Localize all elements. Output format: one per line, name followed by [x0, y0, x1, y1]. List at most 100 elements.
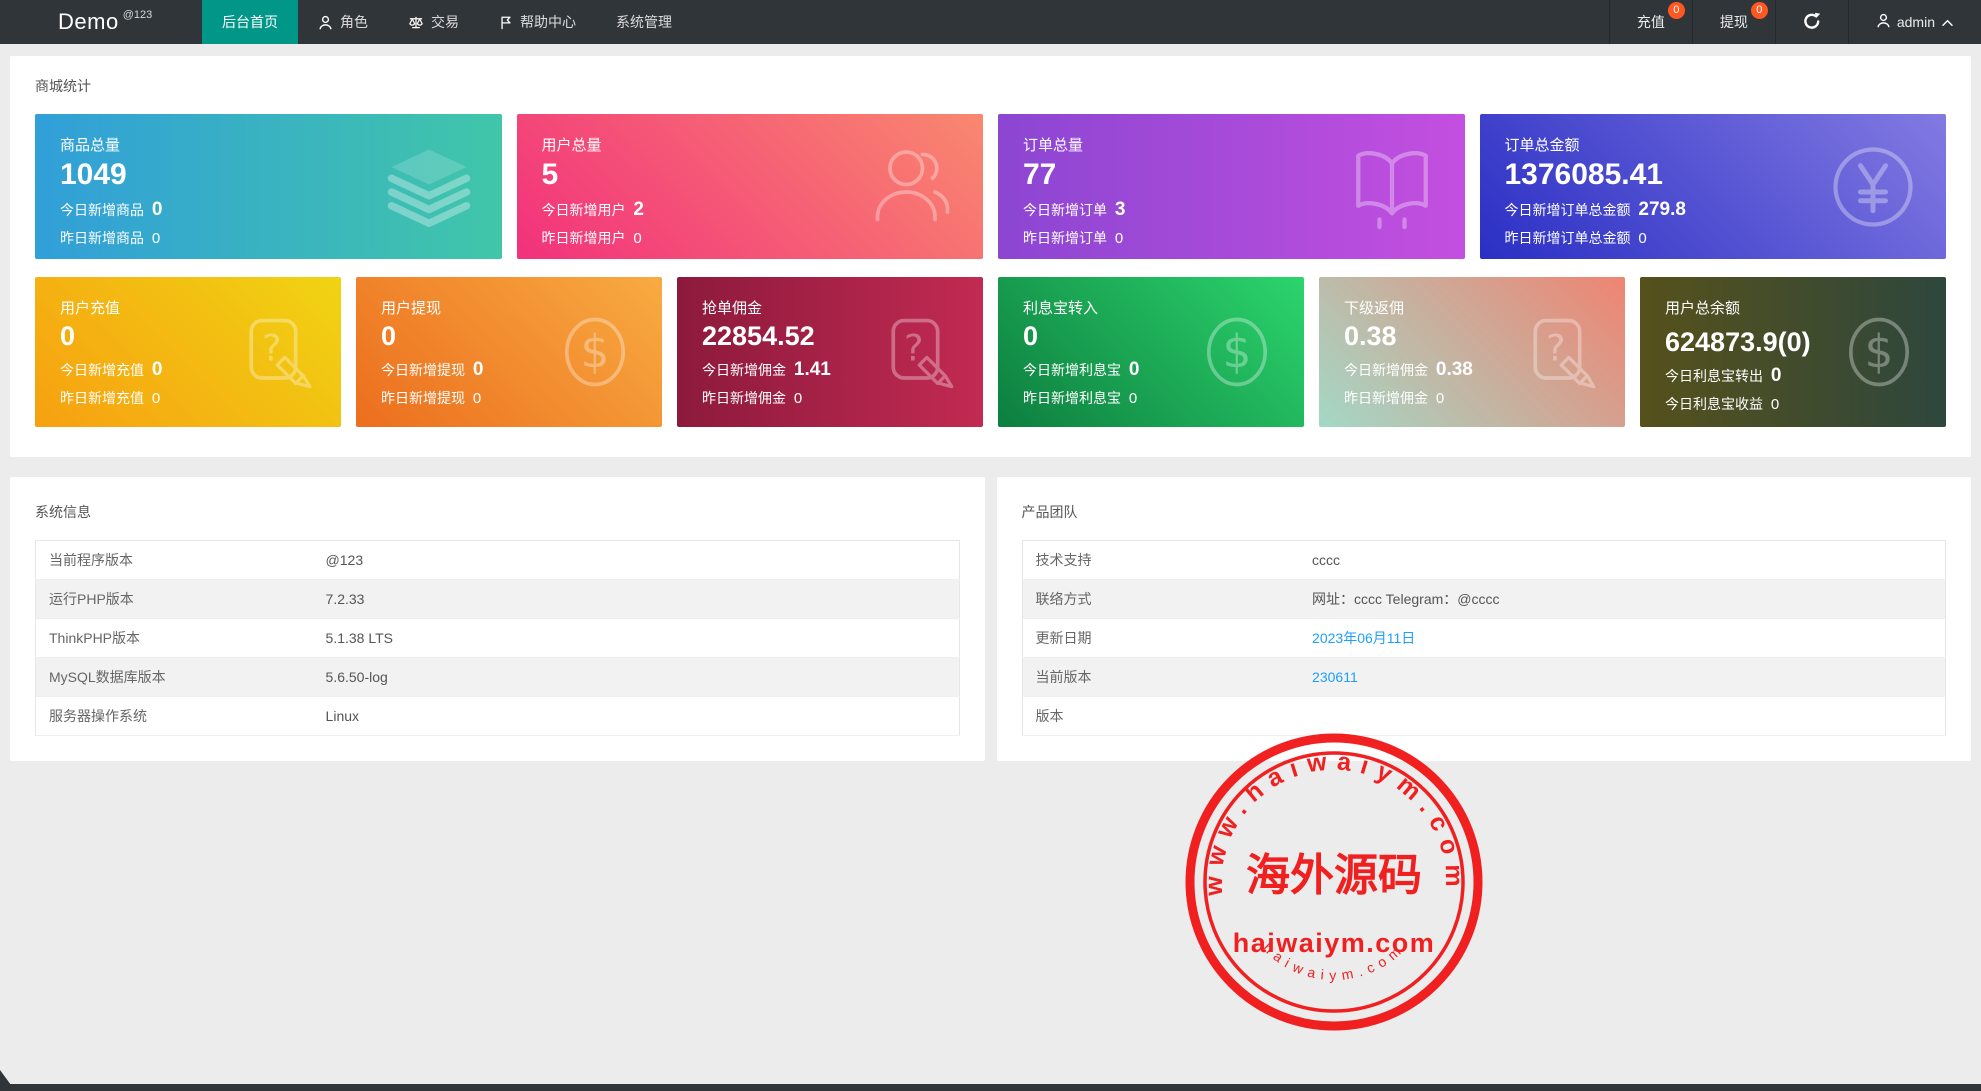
- nav-item-label: 帮助中心: [520, 14, 576, 30]
- table-row: 当前版本 230611: [1022, 657, 1946, 697]
- stat-card-user-balance: 用户总余额 624873.9(0) 今日利息宝转出 0 今日利息宝收益 0 $: [1640, 277, 1946, 427]
- withdraw-badge: 0: [1750, 2, 1768, 19]
- recharge-label: 充值: [1636, 14, 1665, 30]
- svg-text:$: $: [1865, 325, 1894, 378]
- user-menu[interactable]: admin: [1847, 0, 1981, 44]
- doc-question-icon: ?: [877, 313, 955, 391]
- row-value: [1299, 696, 1946, 736]
- product-team-panel: 产品团队 技术支持 cccc 联络方式 网址：cccc Telegram：@cc…: [996, 477, 1971, 761]
- row-value: 7.2.33: [312, 579, 959, 619]
- stat-card-yesterday: 今日利息宝收益 0: [1665, 396, 1780, 413]
- nav-item-home[interactable]: 后台首页: [202, 0, 298, 44]
- product-team-title: 产品团队: [1021, 504, 1078, 520]
- doc-question-icon: ?: [235, 313, 313, 391]
- table-row: 服务器操作系统 Linux: [35, 696, 959, 736]
- scale-icon: [408, 15, 424, 30]
- stat-card-grab-commission: 抢单佣金 22854.52 今日新增佣金 1.41 昨日新增佣金 0 ?: [677, 277, 983, 427]
- row-value[interactable]: 2023年06月11日: [1299, 618, 1946, 658]
- row-value: @123: [312, 540, 959, 580]
- yen-circle-icon: [1828, 142, 1918, 232]
- stat-card-yesterday: 昨日新增提现 0: [381, 390, 482, 407]
- footer-corner-shape: [0, 1070, 11, 1085]
- table-row: 当前程序版本 @123: [35, 540, 959, 580]
- table-row: 更新日期 2023年06月11日: [1022, 618, 1946, 658]
- footer-bar: [0, 1084, 1981, 1091]
- app-logo: Demo @123: [0, 0, 202, 44]
- stat-card-yesterday: 昨日新增佣金 0: [1344, 390, 1445, 407]
- stat-card-interest-in: 利息宝转入 0 今日新增利息宝 0 昨日新增利息宝 0 $: [998, 277, 1304, 427]
- stat-card-yesterday: 昨日新增佣金 0: [702, 390, 803, 407]
- users-icon: [865, 142, 955, 232]
- table-row: 联络方式 网址：cccc Telegram：@cccc: [1022, 579, 1946, 619]
- nav-item-label: 系统管理: [616, 14, 672, 30]
- row-value: 网址：cccc Telegram：@cccc: [1299, 579, 1946, 619]
- stat-card-sub-commission: 下级返佣 0.38 今日新增佣金 0.38 昨日新增佣金 0 ?: [1319, 277, 1625, 427]
- top-navbar: Demo @123 后台首页 角色 交易 帮助中心 系统管理 充值 0 提现 0…: [0, 0, 1981, 44]
- row-label: 联络方式: [1022, 579, 1300, 619]
- table-row: MySQL数据库版本 5.6.50-log: [35, 657, 959, 697]
- stat-card-user-withdraw: 用户提现 0 今日新增提现 0 昨日新增提现 0 $: [356, 277, 662, 427]
- row-label: ThinkPHP版本: [35, 618, 313, 658]
- user-name: admin: [1896, 14, 1935, 30]
- withdraw-label: 提现: [1719, 14, 1748, 30]
- row-value: cccc: [1299, 540, 1946, 580]
- dollar-circle-icon: $: [1840, 313, 1918, 391]
- app-logo-version: @123: [122, 9, 153, 21]
- stat-card-user-recharge: 用户充值 0 今日新增充值 0 昨日新增充值 0 ?: [35, 277, 341, 427]
- dollar-circle-icon: $: [556, 313, 634, 391]
- nav-item-help[interactable]: 帮助中心: [479, 0, 596, 44]
- stat-card-order-total: 订单总量 77 今日新增订单 3 昨日新增订单 0: [998, 114, 1465, 259]
- row-value: Linux: [312, 696, 959, 736]
- stats-cards-row2: 用户充值 0 今日新增充值 0 昨日新增充值 0 ? 用户提现 0 今日新增提现…: [35, 277, 1946, 427]
- navbar-right-actions: 充值 0 提现 0 admin: [1608, 0, 1981, 44]
- chevron-up-icon: [1941, 14, 1954, 30]
- refresh-icon: [1803, 12, 1821, 33]
- flag-icon: [499, 15, 513, 30]
- product-team-table: 技术支持 cccc 联络方式 网址：cccc Telegram：@cccc 更新…: [1021, 540, 1946, 736]
- table-row: 版本: [1022, 696, 1946, 736]
- nav-item-roles[interactable]: 角色: [298, 0, 388, 44]
- row-label: 版本: [1022, 696, 1300, 736]
- withdraw-button[interactable]: 提现 0: [1691, 0, 1775, 44]
- table-row: 运行PHP版本 7.2.33: [35, 579, 959, 619]
- stat-card-order-amount: 订单总金额 1376085.41 今日新增订单总金额 279.8 昨日新增订单总…: [1479, 114, 1946, 259]
- row-label: 当前程序版本: [35, 540, 313, 580]
- main-menu: 后台首页 角色 交易 帮助中心 系统管理: [202, 0, 692, 44]
- doc-question-icon: ?: [1519, 313, 1597, 391]
- nav-item-trade[interactable]: 交易: [388, 0, 479, 44]
- watermark-stamp: www.haiwaiym.com 海外源码 haiwaiym.com haiwa…: [1185, 733, 1483, 1031]
- layers-icon: [384, 142, 474, 232]
- app-logo-text: Demo: [58, 9, 119, 34]
- row-label: 运行PHP版本: [35, 579, 313, 619]
- system-info-title: 系统信息: [35, 504, 91, 520]
- recharge-badge: 0: [1667, 2, 1685, 19]
- stat-card-product-total: 商品总量 1049 今日新增商品 0 昨日新增商品 0: [35, 114, 502, 259]
- main-content: 商城统计 商品总量 1049 今日新增商品 0 昨日新增商品 0 用户总量 5 …: [0, 44, 1981, 761]
- recharge-button[interactable]: 充值 0: [1608, 0, 1692, 44]
- svg-text:$: $: [1223, 325, 1252, 378]
- bottom-panels: 系统信息 当前程序版本 @123 运行PHP版本 7.2.33 ThinkPHP…: [10, 477, 1971, 761]
- nav-item-label: 交易: [431, 14, 459, 30]
- row-value: 5.1.38 LTS: [312, 618, 959, 658]
- stat-card-yesterday: 昨日新增利息宝 0: [1023, 390, 1138, 407]
- stats-section-title: 商城统计: [35, 78, 91, 94]
- stat-card-yesterday: 昨日新增充值 0: [60, 390, 161, 407]
- row-label: 当前版本: [1022, 657, 1300, 697]
- table-row: 技术支持 cccc: [1022, 540, 1946, 580]
- person-icon: [1876, 13, 1891, 31]
- svg-text:$: $: [581, 325, 610, 378]
- row-label: MySQL数据库版本: [35, 657, 313, 697]
- book-icon: [1347, 142, 1437, 232]
- dollar-circle-icon: $: [1198, 313, 1276, 391]
- refresh-button[interactable]: [1774, 0, 1848, 44]
- row-label: 技术支持: [1022, 540, 1300, 580]
- nav-item-system[interactable]: 系统管理: [596, 0, 692, 44]
- row-value[interactable]: 230611: [1299, 657, 1946, 697]
- system-info-table: 当前程序版本 @123 运行PHP版本 7.2.33 ThinkPHP版本 5.…: [35, 540, 960, 736]
- stamp-center-chinese: 海外源码: [1246, 850, 1422, 901]
- row-value: 5.6.50-log: [312, 657, 959, 697]
- nav-item-label: 后台首页: [222, 14, 278, 30]
- row-label: 更新日期: [1022, 618, 1300, 658]
- system-info-panel: 系统信息 当前程序版本 @123 运行PHP版本 7.2.33 ThinkPHP…: [10, 477, 985, 761]
- person-icon: [318, 15, 333, 30]
